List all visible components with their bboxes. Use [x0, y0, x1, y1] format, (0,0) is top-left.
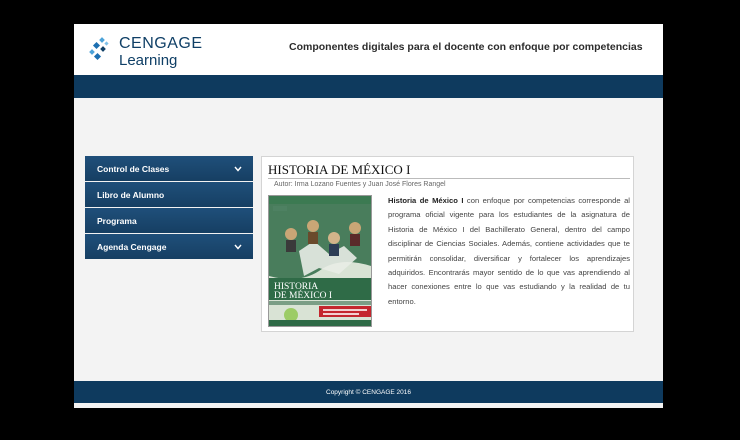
sidebar-item-programa[interactable]: Programa [85, 208, 253, 233]
page: CENGAGE Learning Componentes digitales p… [74, 24, 663, 408]
title-divider [268, 178, 630, 179]
book-description: Historia de México I con enfoque por com… [388, 194, 630, 309]
footer: Copyright © CENGAGE 2016 [74, 381, 663, 403]
header: CENGAGE Learning Componentes digitales p… [74, 24, 663, 75]
book-cover-image: HISTORIA DE MÉXICO I [268, 195, 372, 327]
logo-cengage-text: CENGAGE [119, 35, 203, 52]
sidebar-item-label: Programa [97, 215, 137, 226]
cover-title-line-2: DE MÉXICO I [274, 289, 332, 301]
footer-copyright: Copyright © CENGAGE 2016 [326, 388, 411, 396]
book-author: Autor: Irma Lozano Fuentes y Juan José F… [274, 181, 446, 188]
header-tagline: Componentes digitales para el docente co… [289, 41, 643, 53]
sidebar-item-label: Agenda Cengage [97, 241, 167, 252]
sidebar-item-libro-de-alumno[interactable]: Libro de Alumno [85, 182, 253, 207]
cengage-logo[interactable]: CENGAGE Learning [89, 35, 219, 71]
sidebar-item-control-de-clases[interactable]: Control de Clases [85, 156, 253, 181]
book-panel: HISTORIA DE MÉXICO I Autor: Irma Lozano … [261, 156, 634, 332]
logo-learning-text: Learning [119, 52, 178, 69]
book-title: HISTORIA DE MÉXICO I [268, 162, 411, 177]
sidebar-menu: Control de Clases Libro de Alumno Progra… [85, 156, 253, 260]
sidebar-item-label: Libro de Alumno [97, 189, 165, 200]
sidebar-item-agenda-cengage[interactable]: Agenda Cengage [85, 234, 253, 259]
chevron-down-icon [233, 164, 243, 174]
sidebar-item-label: Control de Clases [97, 163, 170, 174]
cengage-logo-mark-icon [89, 37, 109, 61]
book-description-text: con enfoque por competencias corresponde… [388, 196, 630, 306]
chevron-down-icon [233, 242, 243, 252]
book-description-strong: Historia de México I [388, 196, 464, 205]
navy-band [74, 75, 663, 98]
